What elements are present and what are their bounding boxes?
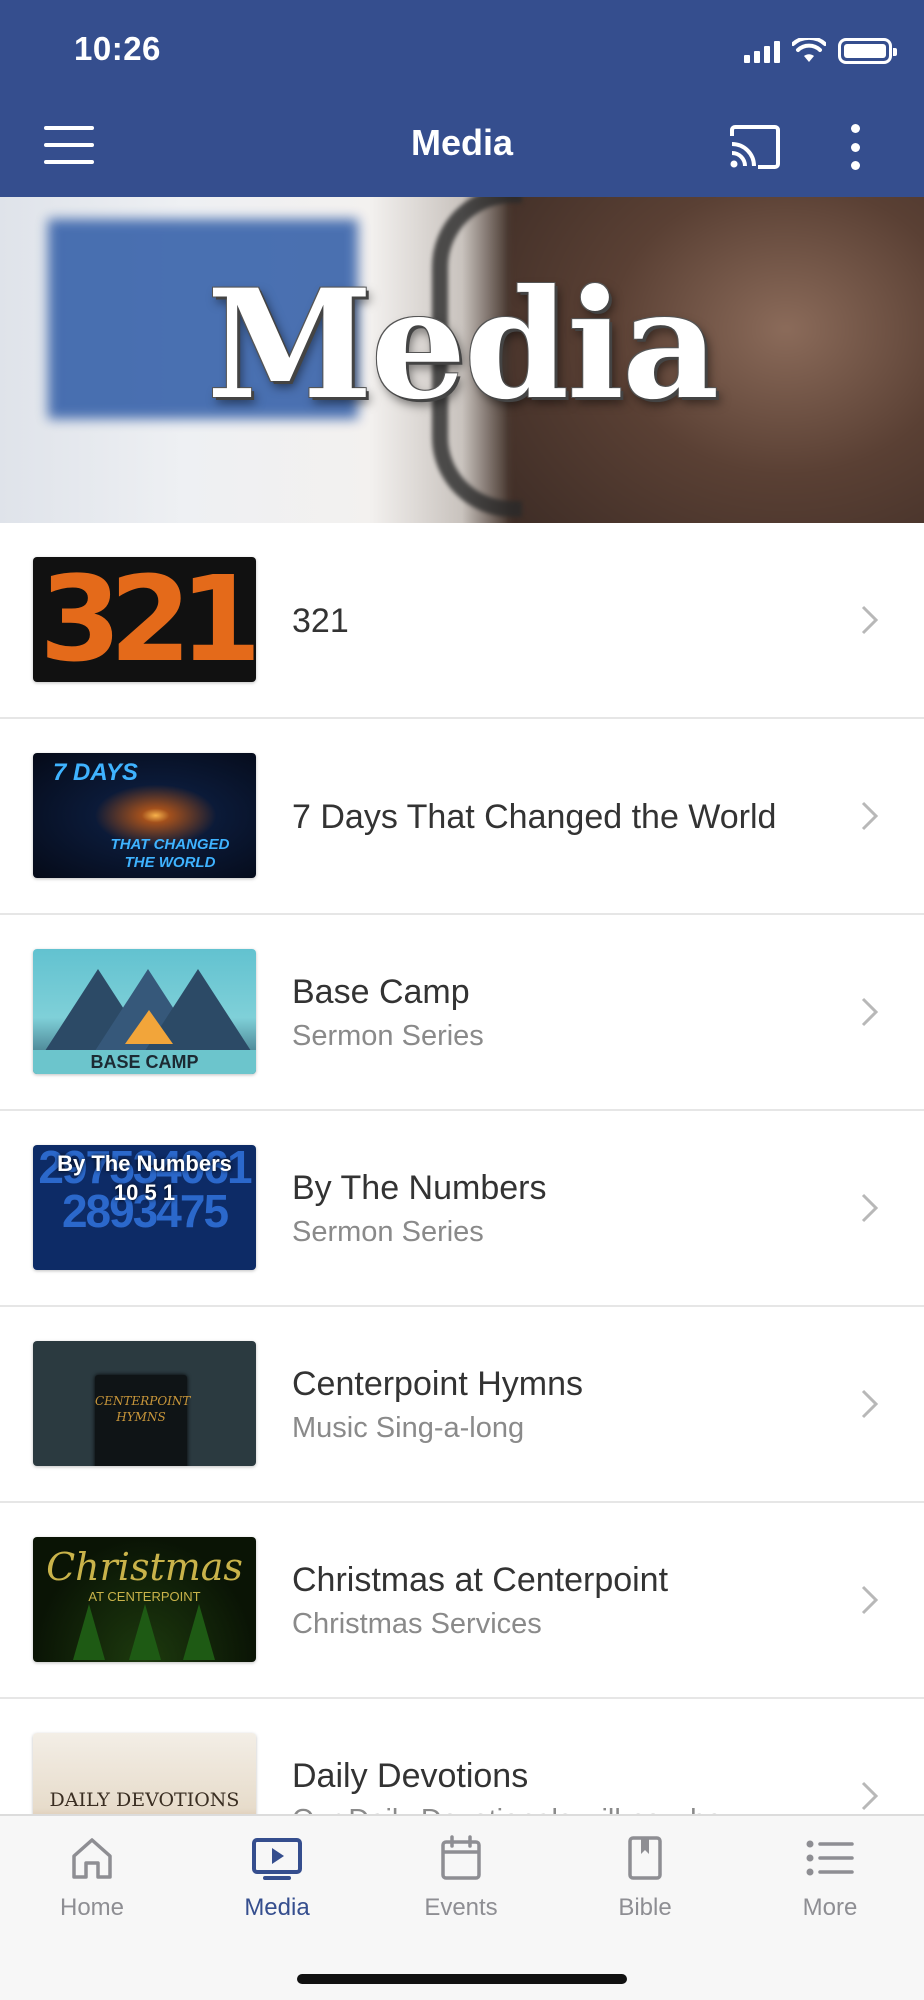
list-item[interactable]: Christmas AT CENTERPOINT Christmas at Ce…: [0, 1503, 924, 1699]
tab-label: More: [802, 1894, 858, 1921]
chevron-right-icon: [861, 1585, 879, 1615]
chevron-right-icon: [861, 1193, 879, 1223]
list-item-title: Christmas at Centerpoint: [292, 1561, 669, 1599]
thumbnail-text: 7 DAYS: [53, 759, 138, 786]
list-item-title: 7 Days That Changed the World: [292, 797, 777, 836]
thumbnail-text: 321: [39, 557, 256, 682]
thumbnail-text: BASE CAMP: [33, 1050, 256, 1074]
calendar-icon: [441, 1835, 481, 1880]
thumbnail-text: 10 5 1: [113, 1180, 176, 1205]
status-icons: [744, 34, 897, 68]
thumbnail-image: Christmas AT CENTERPOINT: [33, 1537, 256, 1662]
list-item-title: Daily Devotions: [292, 1757, 529, 1795]
list-item[interactable]: 321 321: [0, 523, 924, 719]
list-item-subtitle: Christmas Services: [292, 1608, 542, 1640]
thumbnail-text: THAT CHANGED THE WORLD: [110, 836, 230, 871]
home-icon: [72, 1838, 112, 1879]
thumbnail-image: BASE CAMP: [33, 949, 256, 1074]
cast-icon[interactable]: [728, 124, 782, 170]
tab-bible[interactable]: Bible: [570, 1834, 720, 1944]
list-icon: [806, 1840, 854, 1876]
chevron-right-icon: [861, 997, 879, 1027]
media-banner: Media: [0, 197, 924, 523]
more-options-button[interactable]: [840, 124, 870, 170]
page-title: Media: [410, 122, 514, 163]
list-item-title: By The Numbers: [292, 1169, 547, 1207]
battery-icon: [838, 38, 897, 64]
media-icon: [252, 1838, 302, 1880]
list-item[interactable]: 2975340612893475 By The Numbers 10 5 1 By…: [0, 1111, 924, 1307]
thumbnail-image: 321: [33, 557, 256, 682]
tab-label: Media: [244, 1894, 310, 1921]
media-list: 321 321 7 DAYS THAT CHANGED THE WORLD 7 …: [0, 523, 924, 1895]
thumbnail-text: Christmas: [46, 1545, 243, 1589]
thumbnail-text: DAILY DEVOTIONS: [49, 1789, 240, 1811]
top-bar: 10:26 Media: [0, 0, 924, 197]
tab-events[interactable]: Events: [386, 1834, 536, 1944]
bible-icon: [628, 1836, 662, 1880]
thumbnail-text: By The Numbers: [57, 1151, 232, 1176]
list-item-subtitle: Sermon Series: [292, 1020, 484, 1052]
wifi-icon: [792, 38, 826, 62]
home-indicator: [297, 1974, 627, 1984]
list-item[interactable]: CENTERPOINT HYMNS Centerpoint Hymns Musi…: [0, 1307, 924, 1503]
chevron-right-icon: [861, 605, 879, 635]
thumbnail-text: AT CENTERPOINT: [88, 1589, 201, 1604]
thumbnail-image: 7 DAYS THAT CHANGED THE WORLD: [33, 753, 256, 878]
thumbnail-text: CENTERPOINT HYMNS: [95, 1394, 191, 1424]
list-item[interactable]: 7 DAYS THAT CHANGED THE WORLD 7 Days Tha…: [0, 719, 924, 915]
tab-media[interactable]: Media: [202, 1834, 352, 1944]
tab-label: Home: [59, 1894, 125, 1921]
tab-label: Events: [424, 1894, 498, 1921]
chevron-right-icon: [861, 1389, 879, 1419]
chevron-right-icon: [861, 1781, 879, 1811]
list-item[interactable]: BASE CAMP Base Camp Sermon Series: [0, 915, 924, 1111]
list-item-title: Centerpoint Hymns: [292, 1365, 584, 1403]
tab-home[interactable]: Home: [17, 1834, 167, 1944]
list-item-subtitle: Music Sing-a-long: [292, 1412, 525, 1444]
tab-label: Bible: [618, 1894, 672, 1921]
list-item-title: Base Camp: [292, 973, 470, 1011]
thumbnail-image: CENTERPOINT HYMNS: [33, 1341, 256, 1466]
thumbnail-image: 2975340612893475 By The Numbers 10 5 1: [33, 1145, 256, 1270]
status-time: 10:26: [74, 30, 161, 67]
banner-title: Media: [206, 257, 720, 433]
list-item-title: 321: [292, 601, 349, 640]
list-item-subtitle: Sermon Series: [292, 1216, 484, 1248]
bottom-tab-bar: Home Media Events Bible More: [0, 1814, 924, 2000]
signal-icon: [744, 39, 780, 63]
chevron-right-icon: [861, 801, 879, 831]
tab-more[interactable]: More: [755, 1834, 905, 1944]
